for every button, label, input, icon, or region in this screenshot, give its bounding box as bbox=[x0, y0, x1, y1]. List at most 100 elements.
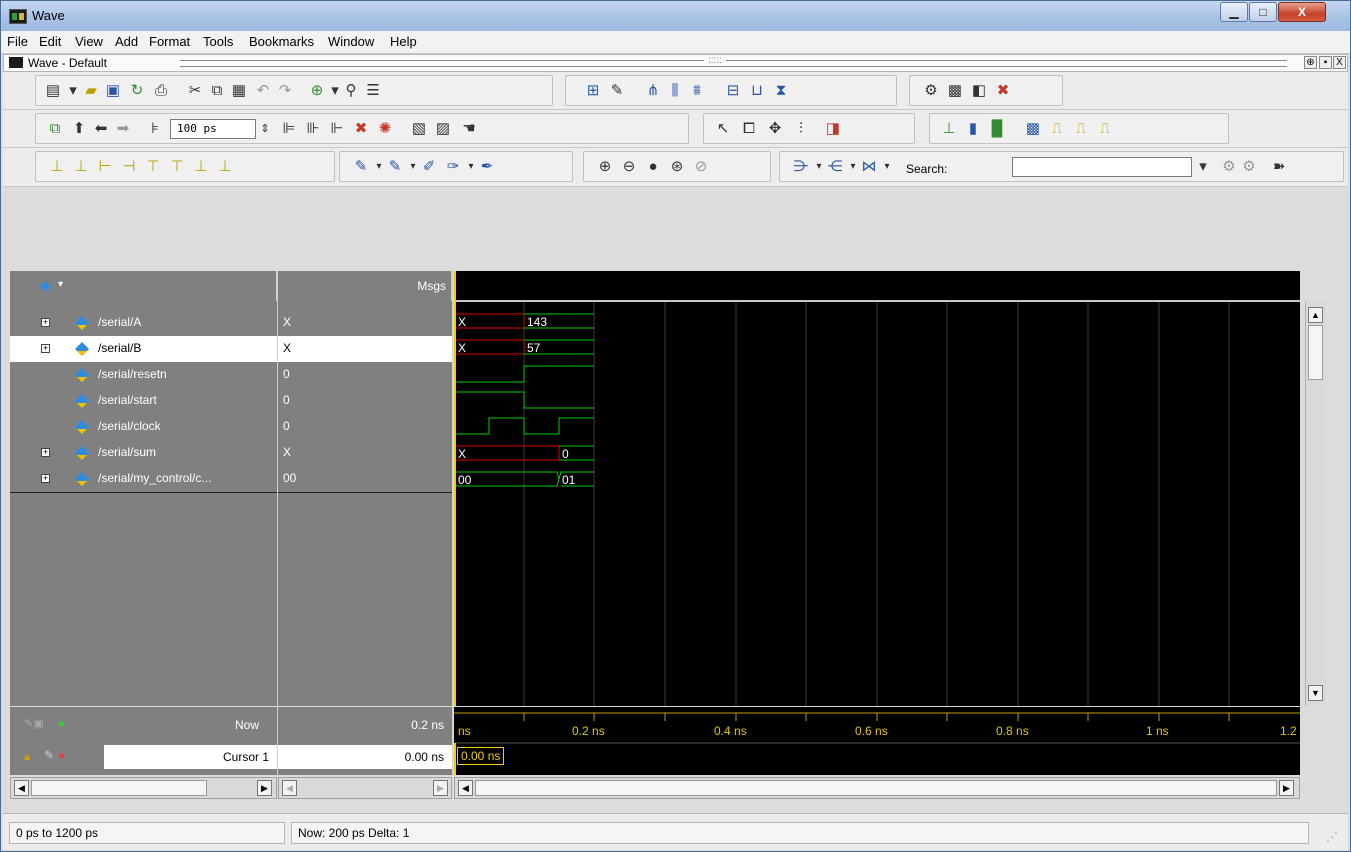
wave-style-rise-icon[interactable]: ⎍ bbox=[1048, 120, 1066, 138]
wave-invert-icon[interactable]: ⊔ bbox=[748, 82, 766, 100]
values-scroll-left-button[interactable]: ◀ bbox=[282, 780, 297, 796]
step-icon[interactable]: ▧ bbox=[410, 120, 428, 138]
dock-undock-button[interactable]: ⊕ bbox=[1304, 56, 1317, 69]
minimize-button[interactable]: ▁ bbox=[1220, 2, 1248, 22]
wave-mirror-icon[interactable]: ⧗ bbox=[772, 82, 790, 100]
waveform-canvas[interactable]: X 143 X 57 X 0 00 01 bbox=[454, 271, 1300, 706]
hand-icon[interactable]: ☚ bbox=[460, 120, 478, 138]
bookmark-edit-icon[interactable]: ✐ bbox=[420, 158, 438, 176]
continue-icon[interactable]: ⊪ bbox=[304, 120, 322, 138]
wave-style-fall-icon[interactable]: ⎍ bbox=[1072, 120, 1090, 138]
edit-mode-icon[interactable]: ⫶ bbox=[792, 120, 810, 138]
next-rising-icon[interactable]: ⊥ bbox=[216, 158, 234, 176]
menu-add[interactable]: Add bbox=[115, 34, 138, 49]
names-scroll-thumb[interactable] bbox=[31, 780, 207, 796]
expand-icon[interactable]: + bbox=[41, 318, 50, 327]
cut-icon[interactable]: ✂ bbox=[186, 82, 204, 100]
step-over-icon[interactable]: ▨ bbox=[434, 120, 452, 138]
vertical-scroll-thumb[interactable] bbox=[1308, 325, 1323, 380]
cursor-name-cell[interactable]: Cursor 1 bbox=[104, 745, 277, 769]
add-icon[interactable]: ⊕ bbox=[308, 82, 326, 100]
signal-row-serial-b[interactable]: + /serial/B bbox=[10, 336, 277, 362]
forward-arrow-icon[interactable]: ➡ bbox=[114, 120, 132, 138]
zoom-mode-icon[interactable]: ⧠ bbox=[740, 120, 758, 138]
insert-cursor-icon[interactable]: ⊥ bbox=[48, 158, 66, 176]
signal-row-serial-sum[interactable]: + /serial/sum bbox=[10, 440, 277, 466]
pan-mode-icon[interactable]: ✥ bbox=[766, 120, 784, 138]
stop-icon[interactable]: ✖ bbox=[994, 82, 1012, 100]
run-length-icon[interactable]: ⊧ bbox=[146, 120, 164, 138]
wave-scroll-right-button[interactable]: ▶ bbox=[1279, 780, 1294, 796]
close-button[interactable]: X bbox=[1278, 2, 1326, 22]
undo-icon[interactable]: ↶ bbox=[254, 82, 272, 100]
menu-view[interactable]: View bbox=[75, 34, 103, 49]
resize-grip-icon[interactable]: ⋰ bbox=[1326, 830, 1338, 844]
wave-scroll-left-button[interactable]: ◀ bbox=[458, 780, 473, 796]
print-icon[interactable]: ⎙ bbox=[152, 82, 170, 100]
dock-grip-icon[interactable]: ::::: bbox=[704, 55, 726, 66]
expand-icon[interactable]: + bbox=[41, 448, 50, 457]
wave-edit-icon[interactable]: ⋔ bbox=[644, 82, 662, 100]
stop-sim-icon[interactable]: ✺ bbox=[376, 120, 394, 138]
values-scroll-right-button[interactable]: ▶ bbox=[433, 780, 448, 796]
signal-row-serial-my-control[interactable]: + /serial/my_control/c... bbox=[10, 466, 277, 493]
break-sim-icon[interactable]: ✖ bbox=[352, 120, 370, 138]
prev-edge-icon[interactable]: ⊢ bbox=[96, 158, 114, 176]
names-horizontal-scrollbar[interactable]: ◀ ▶ bbox=[10, 777, 277, 799]
names-scroll-left-button[interactable]: ◀ bbox=[14, 780, 29, 796]
next-falling-icon[interactable]: ⊤ bbox=[168, 158, 186, 176]
bookmark-list-icon[interactable]: ✎ bbox=[386, 158, 404, 176]
zoom-out-icon[interactable]: ⊖ bbox=[620, 158, 638, 176]
bookmark-delete-icon[interactable]: ✒ bbox=[478, 158, 496, 176]
compile-icon[interactable]: ⚙ bbox=[922, 82, 940, 100]
save-icon[interactable]: ▣ bbox=[104, 82, 122, 100]
list-icon[interactable]: ☰ bbox=[364, 82, 382, 100]
wave-serial-start[interactable] bbox=[455, 391, 594, 409]
wave-serial-b[interactable]: X 57 bbox=[455, 339, 594, 355]
find-icon[interactable]: ⚲ bbox=[342, 82, 360, 100]
values-horizontal-scrollbar[interactable]: ◀ ▶ bbox=[278, 777, 452, 799]
back-arrow-icon[interactable]: ⬅ bbox=[92, 120, 110, 138]
simulate-icon[interactable]: ▩ bbox=[946, 82, 964, 100]
scroll-down-button[interactable]: ▼ bbox=[1308, 685, 1323, 701]
search-options-icon[interactable]: ⚙ bbox=[1220, 158, 1238, 176]
timeline-ruler[interactable]: ns 0.2 ns 0.4 ns 0.6 ns 0.8 ns 1 ns 1.2 … bbox=[454, 707, 1300, 775]
wave-serial-clock[interactable] bbox=[455, 417, 594, 435]
search-next-icon[interactable]: ⚙ bbox=[1240, 158, 1258, 176]
expand-icon[interactable]: + bbox=[41, 344, 50, 353]
stop-drawing-icon[interactable]: ◨ bbox=[824, 120, 842, 138]
run-length-input[interactable]: 100 ps bbox=[170, 119, 256, 139]
menu-file[interactable]: File bbox=[7, 34, 28, 49]
signal-row-serial-start[interactable]: /serial/start bbox=[10, 388, 277, 414]
add-cursor-icon[interactable]: ✎▣ bbox=[24, 717, 44, 730]
paste-icon[interactable]: ▦ bbox=[230, 82, 248, 100]
open-icon[interactable]: ▰ bbox=[82, 82, 100, 100]
delete-cursor-icon[interactable]: ● bbox=[58, 748, 65, 762]
restart-icon[interactable]: ⧉ bbox=[46, 120, 64, 138]
delete-cursor-icon[interactable]: ⊥ bbox=[72, 158, 90, 176]
new-file-icon[interactable]: ▤ bbox=[44, 82, 62, 100]
menu-format[interactable]: Format bbox=[149, 34, 190, 49]
up-arrow-icon[interactable]: ⬆ bbox=[70, 120, 88, 138]
wave-style-edge-icon[interactable]: ⎍ bbox=[1096, 120, 1114, 138]
find-signal-icon[interactable]: ⋈ bbox=[860, 158, 878, 176]
wave-serial-a[interactable]: X 143 bbox=[455, 313, 594, 329]
dock-close-button[interactable]: X bbox=[1333, 56, 1346, 69]
signal-row-serial-a[interactable]: + /serial/A bbox=[10, 310, 277, 336]
run-all-icon[interactable]: ⊩ bbox=[328, 120, 346, 138]
open-folder-icon[interactable]: ▾ bbox=[64, 82, 82, 100]
run-icon[interactable]: ⊫ bbox=[280, 120, 298, 138]
signal-tree-icon[interactable]: ◆ bbox=[40, 277, 51, 294]
signal-row-serial-clock[interactable]: /serial/clock bbox=[10, 414, 277, 440]
menu-edit[interactable]: Edit bbox=[39, 34, 61, 49]
wave-horizontal-scrollbar[interactable]: ◀ ▶ bbox=[454, 777, 1300, 799]
find-next-icon[interactable]: ⋲ bbox=[826, 158, 844, 176]
search-forward-icon[interactable]: ➽ bbox=[1270, 158, 1288, 176]
zoom-full-icon[interactable]: ● bbox=[644, 158, 662, 176]
zoom-cursor-icon[interactable]: ⊛ bbox=[668, 158, 686, 176]
dock-drag-handle[interactable] bbox=[180, 60, 1287, 67]
run-length-spinner-icon[interactable]: ⇕ bbox=[256, 120, 274, 138]
wave-serial-resetn[interactable] bbox=[455, 365, 594, 383]
search-dropdown-icon[interactable]: ▾ bbox=[1194, 158, 1212, 176]
dock-float-button[interactable]: ▪ bbox=[1319, 56, 1332, 69]
